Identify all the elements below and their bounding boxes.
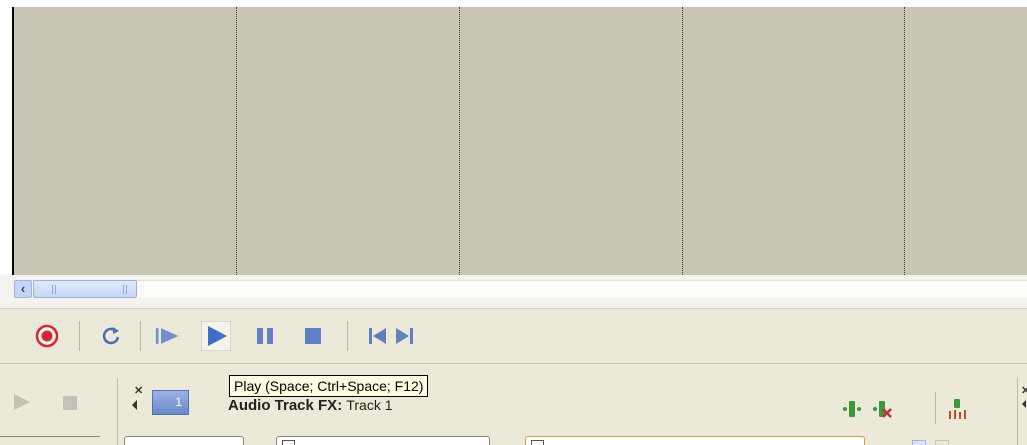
fx-title-label: Audio Track FX: [228, 397, 343, 414]
vegas-window: ‹ ✕ 1 Audio Track FX: Track 1 ✕ Play (Sp… [0, 0, 1027, 445]
timeline-left-margin [0, 7, 12, 275]
timeline-area[interactable] [0, 0, 1027, 275]
panel-arrow-left-icon[interactable] [1022, 400, 1026, 408]
play-icon[interactable] [201, 321, 231, 351]
go-to-end-icon[interactable] [392, 323, 418, 349]
timeline-gridline [904, 7, 905, 275]
panel-arrow-left-icon[interactable] [132, 400, 137, 410]
scroll-left-arrow-icon[interactable]: ‹ [14, 280, 32, 298]
thumb-grip [126, 285, 127, 294]
play-tooltip: Play (Space; Ctrl+Space; F12) [229, 375, 429, 397]
track-number-badge: 1 [152, 390, 189, 415]
timeline-gridline [236, 7, 237, 275]
pause-icon[interactable] [252, 323, 278, 349]
toolbar-separator [347, 321, 348, 351]
thumb-grip [52, 285, 53, 294]
panel-mini-button[interactable] [912, 440, 926, 445]
plugin-slot[interactable] [124, 436, 244, 445]
plugin-slot-checkbox[interactable] [531, 440, 544, 445]
transport-bar [0, 308, 1027, 363]
panel-separator [1017, 378, 1018, 445]
toolbar-separator [79, 321, 80, 351]
close-panel-icon[interactable]: ✕ [1021, 384, 1027, 397]
timeline-top-strip [0, 0, 1027, 7]
thumb-grip [123, 285, 124, 294]
loop-icon[interactable] [98, 323, 124, 349]
fx-docking-panel: ✕ 1 Audio Track FX: Track 1 ✕ [0, 363, 1027, 445]
preview-stop-icon[interactable] [63, 396, 77, 410]
record-icon[interactable] [34, 323, 60, 349]
scrollbar-thumb[interactable] [33, 280, 137, 298]
stop-icon[interactable] [300, 323, 326, 349]
plugin-chain-icon[interactable] [841, 398, 863, 420]
toolbar-separator [140, 321, 141, 351]
scrollbar-track[interactable] [14, 280, 1027, 298]
plugin-slot-checkbox[interactable] [282, 440, 295, 445]
panel-edge [0, 436, 100, 437]
panel-mini-button[interactable] [935, 440, 949, 445]
panel-separator [117, 378, 118, 445]
preview-play-icon[interactable] [14, 394, 30, 410]
play-from-start-icon[interactable] [155, 323, 181, 349]
remove-plugin-icon[interactable] [871, 398, 893, 420]
timeline-horizontal-scrollbar[interactable]: ‹ [0, 275, 1027, 308]
thumb-grip [55, 285, 56, 294]
timeline-gridline [682, 7, 683, 275]
fx-track-name: Track 1 [346, 397, 393, 413]
fx-toolbar-separator [935, 392, 936, 424]
plugin-slot[interactable] [525, 436, 865, 445]
fx-panel-title: Audio Track FX: Track 1 [228, 397, 393, 414]
go-to-start-icon[interactable] [364, 323, 390, 349]
timeline-gridline [459, 7, 460, 275]
timeline-cursor-line [12, 7, 14, 275]
plugin-mixer-icon[interactable] [946, 398, 968, 420]
plugin-slot[interactable] [276, 436, 490, 445]
close-panel-icon[interactable]: ✕ [134, 384, 143, 397]
